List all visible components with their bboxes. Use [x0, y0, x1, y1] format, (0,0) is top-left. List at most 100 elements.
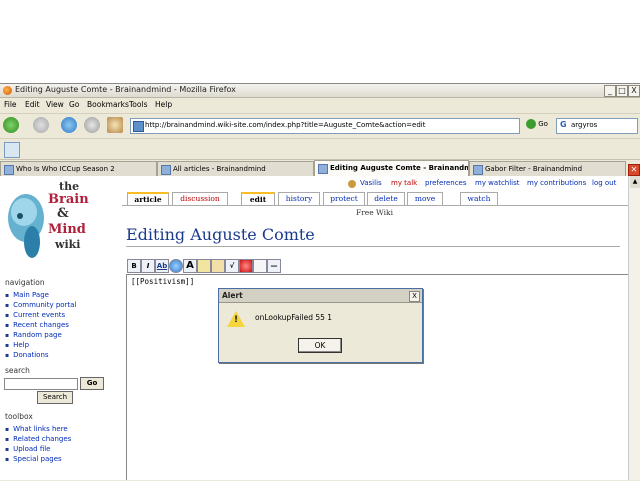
edit-toolbar: B I Ab A √ —: [127, 258, 287, 274]
search-heading: search: [5, 366, 30, 375]
menu-file[interactable]: File: [4, 100, 17, 109]
site-subtitle: Free Wiki: [356, 208, 393, 217]
tab-label: All articles - Brainandmind: [173, 165, 266, 173]
sidebar-search-input[interactable]: [4, 378, 78, 390]
tab-edit[interactable]: edit: [241, 192, 275, 206]
tab-delete[interactable]: delete: [367, 192, 405, 205]
image-icon[interactable]: [197, 259, 211, 273]
sidebar-item-related-changes[interactable]: Related changes: [5, 435, 71, 443]
alert-title-bar: Alert X: [219, 289, 422, 303]
sidebar-search-button[interactable]: Search: [37, 391, 73, 404]
web-search-value: argyros: [571, 121, 598, 129]
tab-move[interactable]: move: [407, 192, 443, 205]
forward-icon[interactable]: [33, 117, 49, 133]
maximize-button[interactable]: □: [616, 85, 628, 97]
menu-edit[interactable]: Edit: [25, 100, 40, 109]
tab-all-articles[interactable]: All articles - Brainandmind: [157, 161, 314, 176]
go-icon: [526, 119, 536, 129]
menu-bar: File Edit View Go Bookmarks Tools Help: [0, 98, 640, 112]
user-link-logout[interactable]: log out: [592, 179, 616, 187]
user-link-talk[interactable]: my talk: [391, 179, 417, 187]
minimize-button[interactable]: _: [604, 85, 616, 97]
warning-icon: !: [227, 311, 245, 327]
alert-close-button[interactable]: X: [409, 291, 420, 302]
tab-label: Gabor Filter - Brainandmind: [485, 165, 583, 173]
tab-protect[interactable]: protect: [323, 192, 365, 205]
user-icon: [348, 180, 356, 188]
tab-who-is-who[interactable]: Who Is Who ICCup Season 2: [0, 161, 157, 176]
sidebar-item-help[interactable]: Help: [5, 341, 29, 349]
home-icon[interactable]: [107, 117, 123, 133]
alert-dialog: Alert X ! onLookupFailed 55 1 OK: [218, 288, 423, 363]
user-link-preferences[interactable]: preferences: [425, 179, 467, 187]
vertical-scrollbar[interactable]: ▲: [628, 176, 640, 480]
title-underline: [126, 246, 620, 247]
horizontal-line-button[interactable]: —: [267, 259, 281, 273]
tab-gabor-filter[interactable]: Gabor Filter - Brainandmind: [469, 161, 626, 176]
menu-view[interactable]: View: [46, 100, 64, 109]
go-label: Go: [538, 120, 548, 128]
user-link-username[interactable]: Vasilis: [360, 179, 382, 187]
nowiki-icon[interactable]: [239, 259, 253, 273]
menu-bookmarks[interactable]: Bookmarks: [87, 100, 129, 109]
tab-article[interactable]: article: [127, 192, 169, 206]
firefox-icon: [3, 86, 12, 95]
edit-text: [[Positivism]]: [131, 277, 195, 286]
sidebar-go-button[interactable]: Go: [80, 377, 104, 390]
menu-go[interactable]: Go: [69, 100, 79, 109]
search-engine-icon: G: [560, 120, 567, 129]
italic-button[interactable]: I: [141, 259, 155, 273]
sidebar-item-what-links-here[interactable]: What links here: [5, 425, 68, 433]
title-bar: Editing Auguste Comte - Brainandmind - M…: [0, 84, 640, 98]
window-title: Editing Auguste Comte - Brainandmind - M…: [15, 85, 236, 94]
sidebar-item-main-page[interactable]: Main Page: [5, 291, 49, 299]
alert-message: onLookupFailed 55 1: [255, 313, 333, 322]
menu-tools[interactable]: Tools: [129, 100, 147, 109]
bold-button[interactable]: B: [127, 259, 141, 273]
close-button[interactable]: X: [628, 85, 640, 97]
back-icon[interactable]: [3, 117, 19, 133]
tab-editing-auguste-comte[interactable]: Editing Auguste Comte - Brainandmi...: [314, 160, 469, 177]
user-link-watchlist[interactable]: my watchlist: [475, 179, 520, 187]
menu-help[interactable]: Help: [155, 100, 172, 109]
alert-ok-button[interactable]: OK: [298, 338, 342, 353]
reload-icon[interactable]: [61, 117, 77, 133]
tab-favicon-icon: [318, 164, 328, 174]
web-search-input[interactable]: G argyros: [556, 118, 638, 134]
media-icon[interactable]: [211, 259, 225, 273]
sidebar-item-upload-file[interactable]: Upload file: [5, 445, 50, 453]
alert-title: Alert: [222, 291, 243, 300]
scroll-up-icon[interactable]: ▲: [630, 176, 640, 188]
tab-favicon-icon: [473, 165, 483, 175]
sidebar-item-donations[interactable]: Donations: [5, 351, 48, 359]
close-tab-icon[interactable]: ✕: [628, 164, 640, 176]
tab-label: Editing Auguste Comte - Brainandmi...: [330, 164, 469, 172]
link-button[interactable]: Ab: [155, 259, 169, 273]
tab-favicon-icon: [4, 165, 14, 175]
page-favicon: [133, 121, 144, 132]
sidebar-item-community-portal[interactable]: Community portal: [5, 301, 76, 309]
address-bar[interactable]: http://brainandmind.wiki-site.com/index.…: [130, 118, 520, 134]
toolbox-heading: toolbox: [5, 412, 33, 421]
user-link-contributions[interactable]: my contributions: [527, 179, 586, 187]
sidebar-item-current-events[interactable]: Current events: [5, 311, 65, 319]
sidebar: navigation Main Page Community portal Cu…: [0, 176, 120, 480]
navigation-toolbar: http://brainandmind.wiki-site.com/index.…: [0, 113, 640, 138]
math-button[interactable]: √: [225, 259, 239, 273]
stop-icon[interactable]: [84, 117, 100, 133]
bookmark-icon[interactable]: [4, 142, 20, 158]
sidebar-item-recent-changes[interactable]: Recent changes: [5, 321, 69, 329]
external-link-icon[interactable]: [169, 259, 183, 273]
tab-divider: [122, 205, 628, 206]
tab-discussion[interactable]: discussion: [172, 192, 228, 205]
tab-watch[interactable]: watch: [460, 192, 498, 205]
sidebar-item-random-page[interactable]: Random page: [5, 331, 62, 339]
signature-icon[interactable]: [253, 259, 267, 273]
tab-favicon-icon: [161, 165, 171, 175]
heading-button[interactable]: A: [183, 259, 197, 273]
url-text: http://brainandmind.wiki-site.com/index.…: [145, 121, 426, 129]
tab-label: Who Is Who ICCup Season 2: [16, 165, 115, 173]
sidebar-item-special-pages[interactable]: Special pages: [5, 455, 62, 463]
tab-history[interactable]: history: [278, 192, 320, 205]
go-button[interactable]: Go: [526, 119, 548, 129]
